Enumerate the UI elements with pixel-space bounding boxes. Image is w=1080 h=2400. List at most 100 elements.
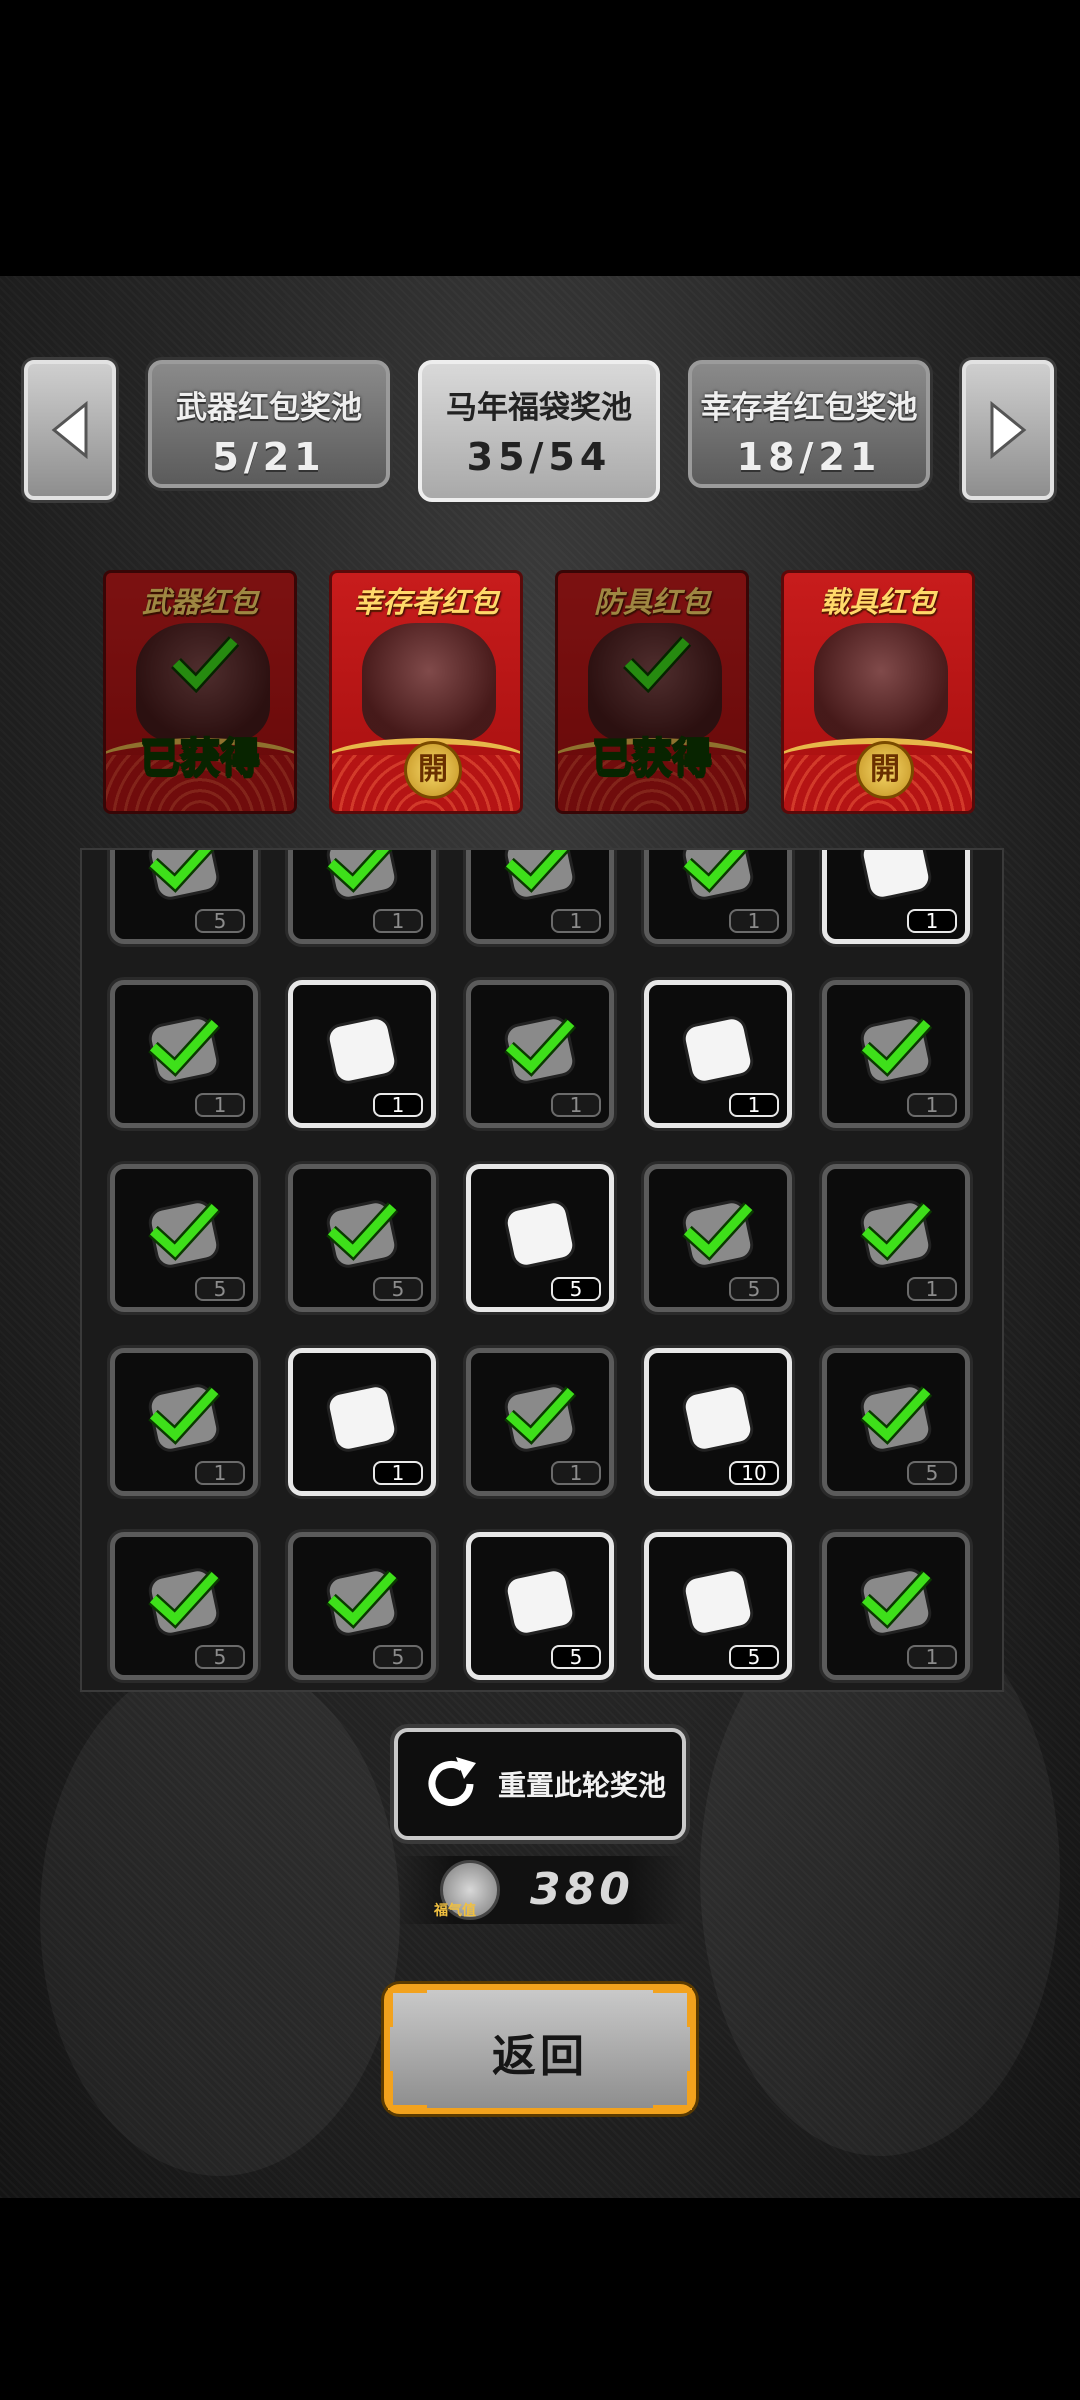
- pill-bottles-icon: [673, 1007, 763, 1093]
- check-icon: [682, 1202, 755, 1261]
- reward-item-cell[interactable]: 5: [288, 1164, 436, 1312]
- luck-label: 福气值: [434, 1903, 476, 1919]
- check-icon: [148, 850, 215, 893]
- reward-item-cell[interactable]: 1: [110, 980, 258, 1128]
- corner-ornament: [388, 2071, 427, 2110]
- check-icon: [623, 636, 692, 693]
- reward-quantity: 5: [195, 909, 245, 933]
- open-seal-icon[interactable]: 開: [404, 741, 462, 799]
- reward-item-cell[interactable]: 1: [288, 850, 436, 944]
- reward-item-cell[interactable]: 1: [110, 1348, 258, 1496]
- envelope-vehicle[interactable]: 载具红包 開: [781, 570, 975, 814]
- check-icon: [682, 850, 749, 893]
- check-icon: [860, 1202, 933, 1261]
- check-icon: [148, 1386, 221, 1445]
- reward-item-cell[interactable]: 1: [822, 980, 970, 1128]
- check-icon: [326, 1202, 399, 1261]
- prev-pool-button[interactable]: [24, 360, 116, 500]
- reward-quantity: 1: [729, 1093, 779, 1117]
- reward-item-cell[interactable]: 1: [288, 980, 436, 1128]
- pool-tab-count: 35/54: [466, 435, 612, 479]
- reward-quantity: 5: [195, 1277, 245, 1301]
- corner-ornament: [653, 1988, 692, 2027]
- pool-tab-weapon[interactable]: 武器红包奖池 5/21: [148, 360, 390, 488]
- corner-ornament: [653, 2071, 692, 2110]
- reset-pool-button[interactable]: 重置此轮奖池: [394, 1728, 686, 1840]
- check-icon: [860, 1386, 933, 1445]
- envelope-status: 已获得: [139, 734, 261, 782]
- reward-quantity: 5: [729, 1277, 779, 1301]
- check-icon: [326, 1570, 399, 1629]
- reward-item-cell[interactable]: 5: [466, 1164, 614, 1312]
- reward-quantity: 5: [729, 1645, 779, 1669]
- reward-quantity: 1: [551, 909, 601, 933]
- reward-quantity: 5: [195, 1645, 245, 1669]
- reward-item-cell[interactable]: 1: [644, 980, 792, 1128]
- reward-quantity: 1: [907, 1645, 957, 1669]
- pool-tab-horse-year[interactable]: 马年福袋奖池 35/54: [418, 360, 660, 502]
- envelope-armor[interactable]: 防具红包 已获得: [555, 570, 749, 814]
- pool-tab-count: 5/21: [212, 435, 326, 479]
- envelope-title: 防具红包: [593, 585, 710, 619]
- corner-ornament: [388, 1988, 427, 2027]
- reward-quantity: 1: [373, 1093, 423, 1117]
- reward-quantity: 1: [195, 1093, 245, 1117]
- reward-item-cell[interactable]: 1: [466, 980, 614, 1128]
- reset-pool-label: 重置此轮奖池: [498, 1769, 667, 1802]
- reward-quantity: 10: [729, 1461, 779, 1485]
- cloth-roll-icon: [317, 1375, 407, 1461]
- background-character-left: [40, 1656, 400, 2176]
- reward-item-cell[interactable]: 1: [644, 850, 792, 944]
- paper-sheet-icon: [673, 1375, 763, 1461]
- reward-item-cell[interactable]: 1: [822, 1164, 970, 1312]
- check-icon: [504, 1386, 577, 1445]
- reward-item-cell[interactable]: 5: [110, 850, 258, 944]
- luck-value-display: 福气值 380: [396, 1856, 686, 1924]
- check-icon: [504, 1018, 577, 1077]
- reward-item-cell[interactable]: 1: [822, 850, 970, 944]
- vest-icon: [851, 850, 941, 909]
- envelope-title: 载具红包: [819, 585, 936, 619]
- reward-quantity: 5: [907, 1461, 957, 1485]
- check-icon: [148, 1570, 221, 1629]
- reward-item-cell[interactable]: 5: [110, 1164, 258, 1312]
- reward-item-cell[interactable]: 1: [288, 1348, 436, 1496]
- reward-item-cell[interactable]: 10: [644, 1348, 792, 1496]
- reward-item-cell[interactable]: 5: [644, 1532, 792, 1680]
- right-arrow-icon: [990, 400, 1027, 460]
- reward-quantity: 1: [907, 1277, 957, 1301]
- reward-item-cell[interactable]: 5: [466, 1532, 614, 1680]
- reward-grid[interactable]: 5 1 1 1 1 1 1 1 1 1 5 5 5 5 1 1 1 1 10 5 5 5 5 5 1: [80, 848, 1004, 1692]
- envelope-title: 武器红包: [141, 585, 258, 619]
- envelope-survivor[interactable]: 幸存者红包 開: [329, 570, 523, 814]
- reward-quantity: 1: [195, 1461, 245, 1485]
- reward-quantity: 1: [907, 909, 957, 933]
- reward-quantity: 1: [907, 1093, 957, 1117]
- open-seal-icon[interactable]: 開: [856, 741, 914, 799]
- survivor-art-icon: [362, 623, 496, 743]
- reward-quantity: 1: [729, 909, 779, 933]
- reward-quantity: 5: [551, 1277, 601, 1301]
- reward-quantity: 5: [551, 1645, 601, 1669]
- envelope-weapon[interactable]: 武器红包 已获得: [103, 570, 297, 814]
- vehicle-art-icon: [814, 623, 948, 743]
- luck-value: 380: [530, 1864, 634, 1915]
- reward-item-cell[interactable]: 1: [466, 850, 614, 944]
- envelope-status: 已获得: [591, 734, 713, 782]
- reward-item-cell[interactable]: 5: [110, 1532, 258, 1680]
- reward-quantity: 5: [373, 1277, 423, 1301]
- grenade-icon: [495, 1191, 585, 1277]
- left-arrow-icon: [51, 400, 88, 460]
- envelope-title: 幸存者红包: [353, 585, 499, 619]
- check-icon: [860, 1570, 933, 1629]
- pool-tab-survivor[interactable]: 幸存者红包奖池 18/21: [688, 360, 930, 488]
- check-icon: [148, 1018, 221, 1077]
- pool-tab-label: 马年福袋奖池: [446, 390, 632, 426]
- next-pool-button[interactable]: [962, 360, 1054, 500]
- reward-item-cell[interactable]: 5: [822, 1348, 970, 1496]
- back-button[interactable]: 返回: [384, 1984, 696, 2114]
- reward-item-cell[interactable]: 5: [288, 1532, 436, 1680]
- reward-item-cell[interactable]: 5: [644, 1164, 792, 1312]
- reward-item-cell[interactable]: 1: [822, 1532, 970, 1680]
- reward-item-cell[interactable]: 1: [466, 1348, 614, 1496]
